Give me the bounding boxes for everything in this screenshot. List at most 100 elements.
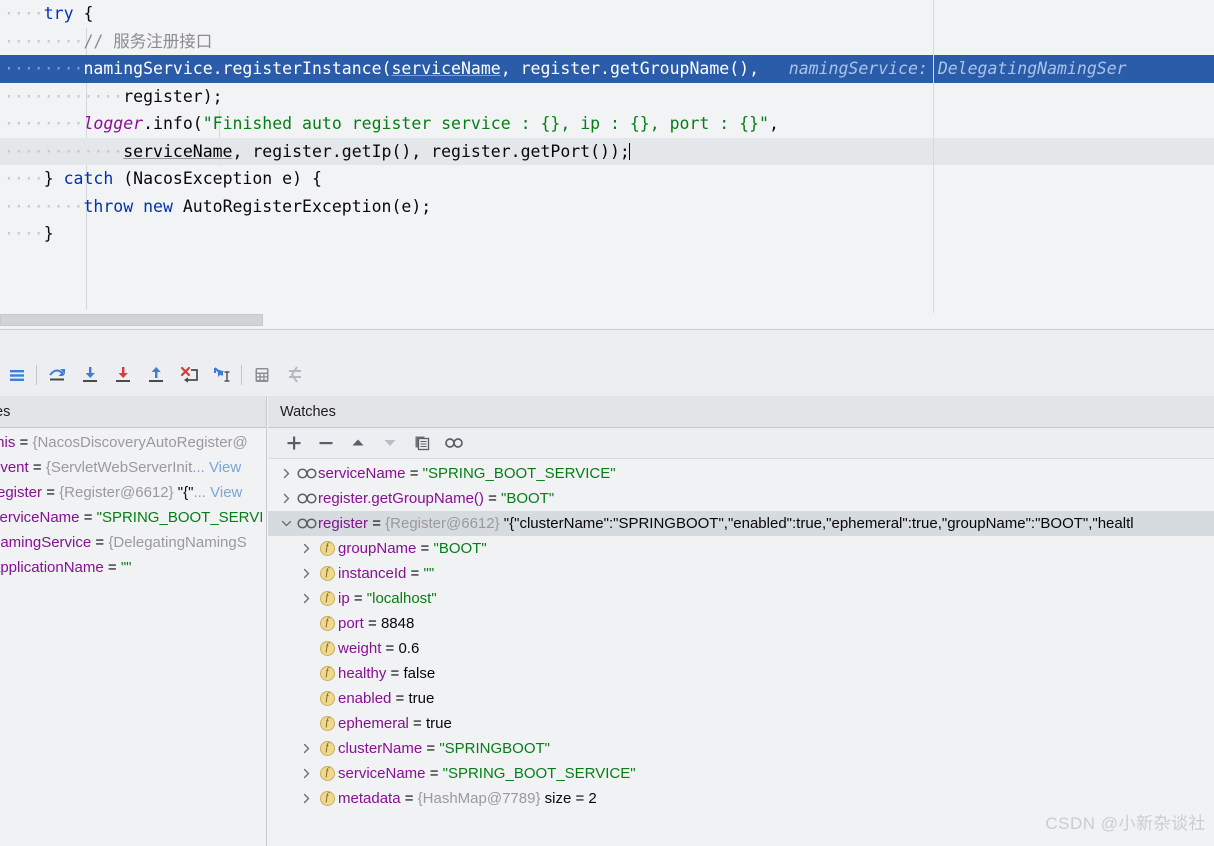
code-token: new <box>143 196 173 216</box>
indent-whitespace: ········ <box>4 196 84 216</box>
watches-pane[interactable]: Watches serviceName = "SPRING_BOOT_SERVI… <box>268 396 1214 846</box>
step-out-icon[interactable] <box>139 362 172 388</box>
watch-row[interactable]: f clusterName = "SPRINGBOOT" <box>268 736 1214 761</box>
variable-row[interactable]: applicationName = "" <box>0 555 266 580</box>
field-icon: f <box>316 566 338 581</box>
code-line[interactable]: ········// 服务注册接口 <box>0 28 1214 56</box>
variable-token: "{" <box>177 484 194 501</box>
field-icon: f <box>316 666 338 681</box>
chevron-right-icon <box>303 743 309 754</box>
variable-row[interactable]: this = {NacosDiscoveryAutoRegister@ <box>0 430 266 455</box>
expand-toggle[interactable] <box>296 793 316 804</box>
watermark: CSDN @小新杂谈社 <box>1045 814 1206 833</box>
expand-toggle[interactable] <box>296 768 316 779</box>
code-line[interactable]: ····try { <box>0 0 1214 28</box>
indent-whitespace: ············ <box>4 86 124 106</box>
force-step-into-icon[interactable] <box>106 362 139 388</box>
editor-hscroll-thumb[interactable] <box>0 314 263 326</box>
step-into-icon[interactable] <box>73 362 106 388</box>
editor-horizontal-scrollbar[interactable] <box>0 313 1214 328</box>
field-icon: f <box>316 691 338 706</box>
code-token: catch <box>63 169 114 188</box>
show-execution-point-icon[interactable] <box>0 362 33 388</box>
watch-glasses-button[interactable] <box>438 430 470 456</box>
variable-row[interactable]: register = {Register@6612} "{"... View <box>0 480 266 505</box>
expand-toggle[interactable] <box>276 518 296 529</box>
watches-tree[interactable]: serviceName = "SPRING_BOOT_SERVICE"regis… <box>268 459 1214 811</box>
expand-toggle[interactable] <box>276 493 296 504</box>
chevron-right-icon <box>283 493 289 504</box>
variable-token: = <box>42 484 60 501</box>
variables-tabbar[interactable]: es <box>0 396 266 428</box>
code-token: , register.getGroupName(), <box>500 59 769 78</box>
step-over-icon[interactable] <box>40 362 73 388</box>
code-line[interactable]: ········logger.info("Finished auto regis… <box>0 110 1214 138</box>
tab-watches[interactable]: Watches <box>268 404 348 420</box>
watch-row-text: register.getGroupName() = "BOOT" <box>318 490 555 507</box>
remove-watch-button[interactable] <box>310 430 342 456</box>
variable-token: = <box>28 459 46 476</box>
code-line[interactable]: ········throw new AutoRegisterException(… <box>0 193 1214 221</box>
run-to-cursor-icon[interactable] <box>205 362 238 388</box>
variable-row[interactable]: serviceName = "SPRING_BOOT_SERVI <box>0 505 266 530</box>
variable-row[interactable]: event = {ServletWebServerInit... View <box>0 455 266 480</box>
indent-whitespace: ···· <box>4 169 44 188</box>
code-line[interactable]: ············register); <box>0 83 1214 111</box>
code-line[interactable]: ····} catch (NacosException e) { <box>0 165 1214 193</box>
code-token: register); <box>123 86 223 106</box>
expand-toggle[interactable] <box>296 593 316 604</box>
expand-toggle[interactable] <box>296 543 316 554</box>
watch-row[interactable]: f metadata = {HashMap@7789} size = 2 <box>268 786 1214 811</box>
code-token: { <box>83 4 94 23</box>
watches-tabbar[interactable]: Watches <box>268 396 1214 428</box>
indent-whitespace: ···· <box>4 4 44 23</box>
copy-value-button[interactable] <box>406 430 438 456</box>
expand-toggle[interactable] <box>296 568 316 579</box>
watch-row[interactable]: f groupName = "BOOT" <box>268 536 1214 561</box>
chevron-right-icon <box>283 468 289 479</box>
watch-row[interactable]: f ephemeral = true <box>268 711 1214 736</box>
watch-row[interactable]: f port = 8848 <box>268 611 1214 636</box>
watch-row[interactable]: f ip = "localhost" <box>268 586 1214 611</box>
move-watch-up-button[interactable] <box>342 430 374 456</box>
watch-row[interactable]: f weight = 0.6 <box>268 636 1214 661</box>
expand-toggle[interactable] <box>296 743 316 754</box>
watch-row[interactable]: f instanceId = "" <box>268 561 1214 586</box>
variables-pane[interactable]: es this = {NacosDiscoveryAutoRegister@ev… <box>0 396 267 846</box>
code-line-list[interactable]: ····try {········// 服务注册接口 ········naming… <box>0 0 1214 248</box>
code-line[interactable]: ····} <box>0 220 1214 248</box>
watch-row[interactable]: f healthy = false <box>268 661 1214 686</box>
variable-token: ... View <box>192 459 242 476</box>
field-icon: f <box>316 616 338 631</box>
watch-row[interactable]: f enabled = true <box>268 686 1214 711</box>
mute-breakpoints-icon[interactable] <box>278 362 311 388</box>
right-margin-guide <box>933 0 934 315</box>
evaluate-expression-icon[interactable] <box>245 362 278 388</box>
move-watch-down-button[interactable] <box>374 430 406 456</box>
watches-toolbar[interactable] <box>268 428 1214 459</box>
watch-row[interactable]: serviceName = "SPRING_BOOT_SERVICE" <box>268 461 1214 486</box>
drop-frame-icon[interactable] <box>172 362 205 388</box>
field-icon: f <box>316 741 338 756</box>
variables-list[interactable]: this = {NacosDiscoveryAutoRegister@event… <box>0 428 266 580</box>
chevron-down-icon <box>281 520 291 527</box>
variable-token: event <box>0 459 29 476</box>
debugger-toolbar[interactable] <box>0 329 1214 396</box>
code-token: .registerInstance( <box>212 59 392 78</box>
variable-token: {NacosDiscoveryAutoRegister@ <box>32 434 248 451</box>
code-editor[interactable]: ····try {········// 服务注册接口 ········naming… <box>0 0 1214 328</box>
watch-row[interactable]: f serviceName = "SPRING_BOOT_SERVICE" <box>268 761 1214 786</box>
watch-row-text: enabled = true <box>338 690 435 707</box>
code-line[interactable]: ············serviceName, register.getIp(… <box>0 137 1214 165</box>
watch-row[interactable]: register.getGroupName() = "BOOT" <box>268 486 1214 511</box>
code-line[interactable]: ········namingService.registerInstance(s… <box>0 55 1214 83</box>
add-watch-button[interactable] <box>278 430 310 456</box>
watch-row-text: groupName = "BOOT" <box>338 540 487 557</box>
code-token: } <box>43 224 54 243</box>
code-token: throw <box>83 196 134 216</box>
watch-row[interactable]: register = {Register@6612} "{"clusterNam… <box>268 511 1214 536</box>
expand-toggle[interactable] <box>276 468 296 479</box>
tab-variables[interactable]: es <box>0 404 22 420</box>
variable-row[interactable]: namingService = {DelegatingNamingS <box>0 530 266 555</box>
